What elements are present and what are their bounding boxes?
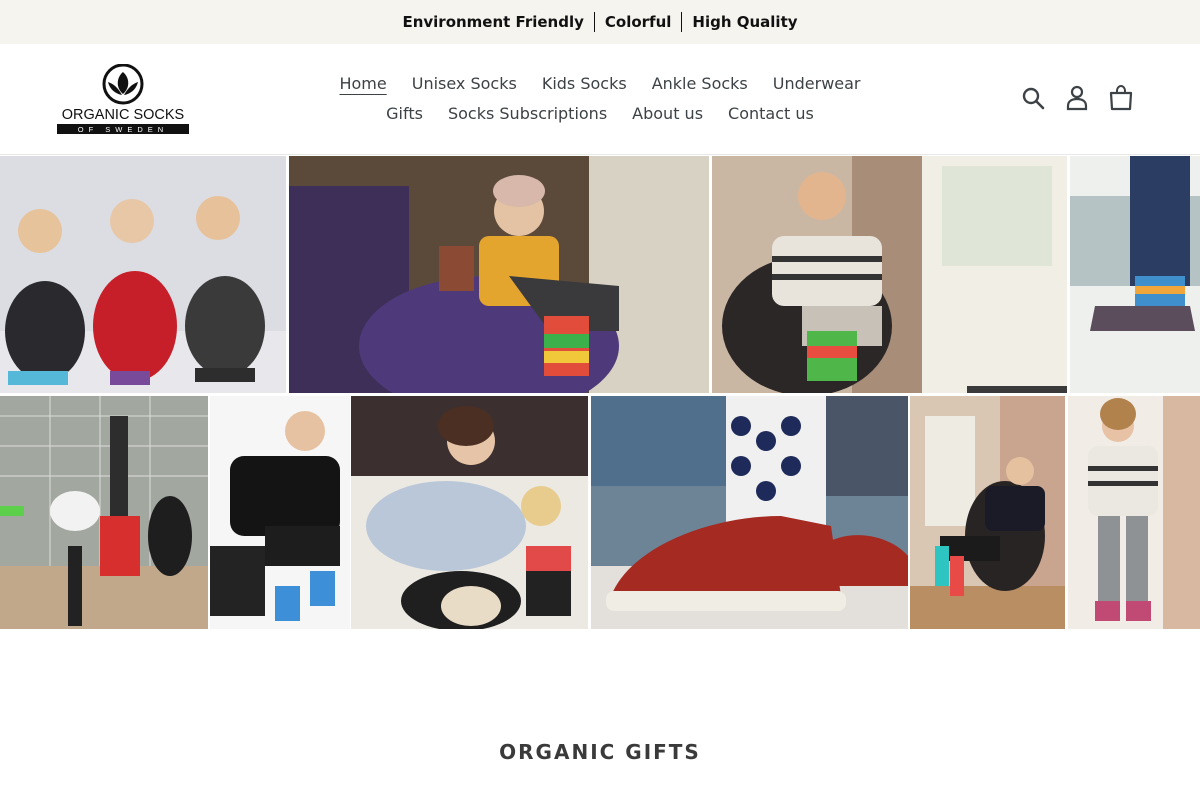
- announcement-divider: [681, 12, 683, 32]
- photo-man-armchair: [712, 156, 1067, 393]
- nav-item-contact-us[interactable]: Contact us: [728, 99, 814, 129]
- logo-subtext: OF SWEDEN: [78, 125, 168, 134]
- main-navigation: Home Unisex Socks Kids Socks Ankle Socks…: [300, 69, 900, 129]
- photo-image: [0, 396, 208, 629]
- nav-item-home[interactable]: Home: [339, 69, 386, 99]
- nav-item-ankle-socks[interactable]: Ankle Socks: [652, 69, 748, 99]
- photo-beach-handstand: [0, 396, 208, 629]
- photo-man-standing-sweater: [1068, 396, 1200, 629]
- account-button[interactable]: [1064, 84, 1090, 112]
- photo-image: [351, 396, 588, 629]
- photo-image: [289, 156, 709, 393]
- photo-man-sitting-cube: [210, 396, 350, 629]
- photo-image: [712, 156, 1067, 393]
- announcement-bar: Environment Friendly Colorful High Quali…: [0, 0, 1200, 44]
- cart-button[interactable]: [1108, 84, 1134, 112]
- organic-socks-logo: ORGANIC SOCKS OF SWEDEN: [57, 64, 189, 134]
- header-actions: [1020, 84, 1134, 112]
- photo-woman-reading: [289, 156, 709, 393]
- photo-image: [591, 396, 908, 629]
- search-icon: [1022, 87, 1045, 110]
- photo-red-sneakers: [591, 396, 908, 629]
- nav-item-kids-socks[interactable]: Kids Socks: [542, 69, 627, 99]
- logo-text: ORGANIC SOCKS: [62, 107, 184, 123]
- hero-photo-collage[interactable]: [0, 156, 1200, 629]
- photo-image: [910, 396, 1065, 629]
- photo-image: [210, 396, 350, 629]
- photo-kids-sitting: [0, 156, 286, 393]
- nav-item-unisex-socks[interactable]: Unisex Socks: [412, 69, 517, 99]
- announcement-divider: [593, 12, 595, 32]
- photo-legs-sneakers: [1070, 156, 1200, 393]
- announcement-item-environment: Environment Friendly: [402, 13, 584, 31]
- nav-item-socks-subscriptions[interactable]: Socks Subscriptions: [448, 99, 607, 129]
- cart-icon: [1109, 85, 1133, 111]
- nav-item-gifts[interactable]: Gifts: [386, 99, 423, 129]
- nav-row-primary: Home Unisex Socks Kids Socks Ankle Socks…: [300, 69, 900, 99]
- photo-woman-with-dog: [351, 396, 588, 629]
- nav-row-secondary: Gifts Socks Subscriptions About us Conta…: [300, 99, 900, 129]
- nav-item-underwear[interactable]: Underwear: [773, 69, 861, 99]
- site-header: ORGANIC SOCKS OF SWEDEN Home Unisex Sock…: [0, 44, 1200, 155]
- nav-item-about-us[interactable]: About us: [632, 99, 703, 129]
- photo-image: [1070, 156, 1200, 393]
- announcement-item-colorful: Colorful: [604, 13, 672, 31]
- announcement-item-quality: High Quality: [692, 13, 798, 31]
- section-title-organic-gifts: ORGANIC GIFTS: [499, 740, 701, 764]
- photo-image: [0, 156, 286, 393]
- photo-image: [1068, 396, 1200, 629]
- user-icon: [1066, 85, 1088, 111]
- photo-man-rocking-chair: [910, 396, 1065, 629]
- search-button[interactable]: [1020, 84, 1046, 112]
